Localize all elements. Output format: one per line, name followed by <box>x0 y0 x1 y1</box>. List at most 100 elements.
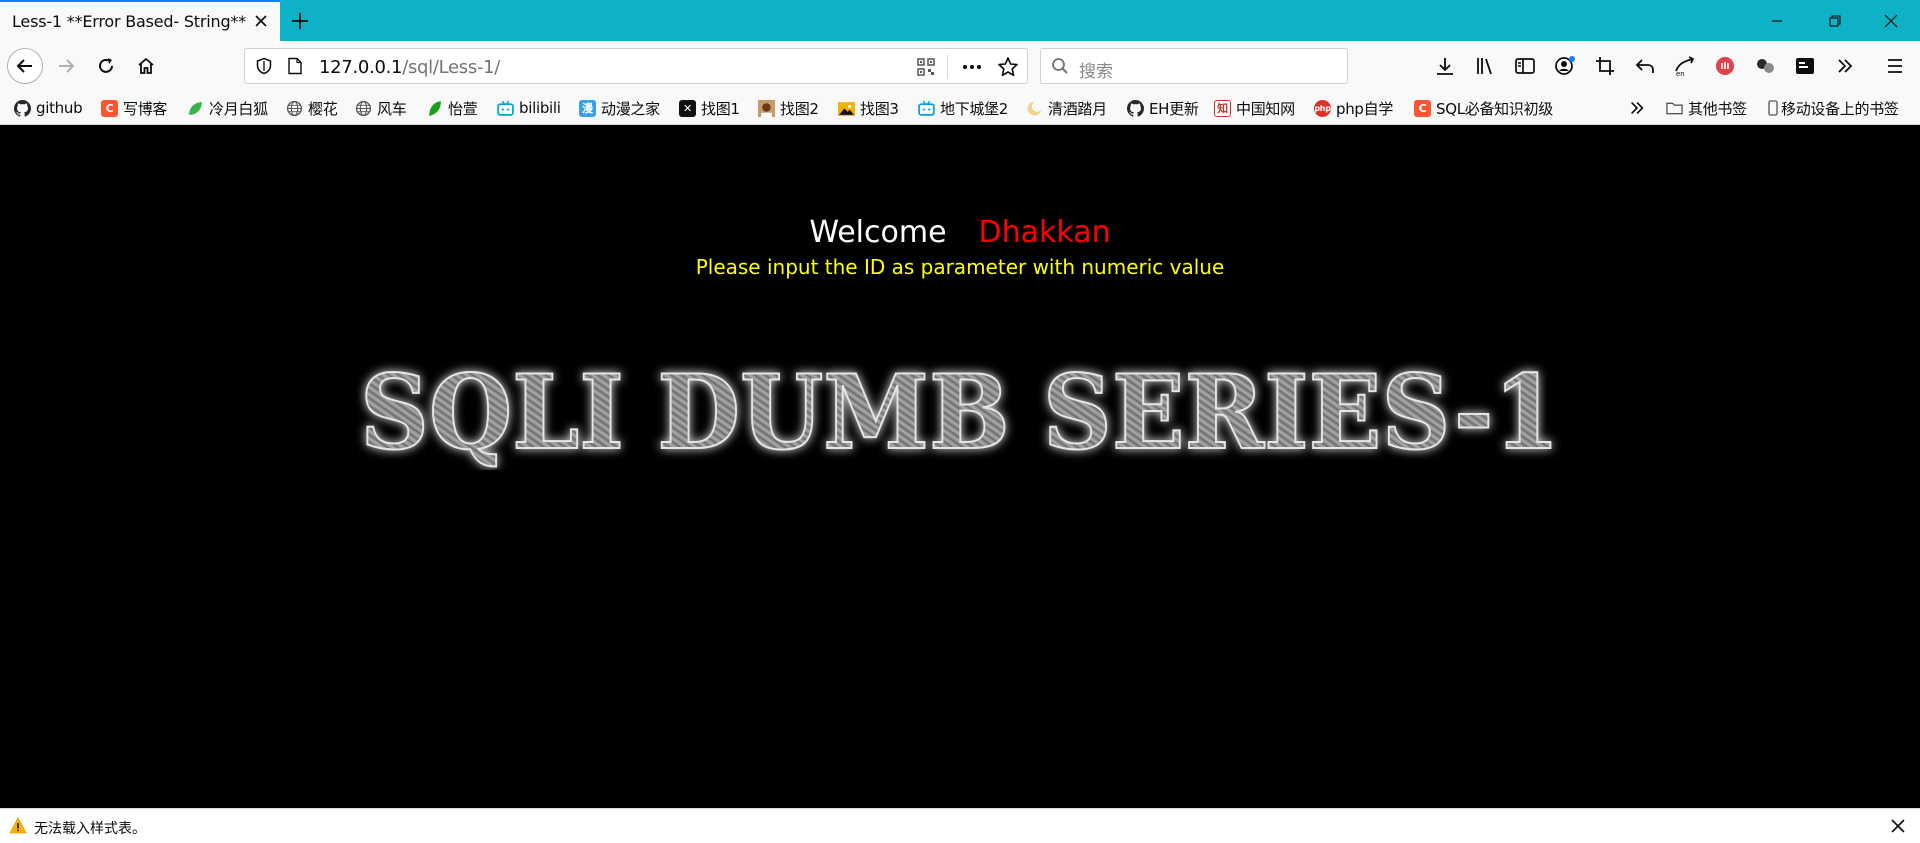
bookmark-label: 樱花 <box>308 99 338 118</box>
bookmark-item[interactable]: 找图3 <box>838 97 899 119</box>
active-tab[interactable]: Less-1 **Error Based- String** <box>0 0 280 41</box>
bookmark-item[interactable]: EH更新 <box>1127 97 1199 119</box>
search-bar[interactable]: 搜索 <box>1040 48 1348 84</box>
bookmark-item[interactable]: 樱花 <box>286 97 338 119</box>
bookmark-item[interactable]: bilibili <box>497 97 561 119</box>
bookmark-item[interactable]: C SQL必备知识初级 <box>1414 97 1553 119</box>
sqli-dumb-series-banner: SQLI DUMB SERIES-1 <box>359 360 1561 470</box>
mobile-bookmarks-label: 移动设备上的书签 <box>1781 99 1899 118</box>
bookmark-label: 写博客 <box>123 99 168 118</box>
screenshot-crop-icon[interactable] <box>1590 51 1620 81</box>
bookmark-label: 动漫之家 <box>601 99 660 118</box>
bookmark-label: EH更新 <box>1149 99 1199 118</box>
bookmark-label: 风车 <box>377 99 407 118</box>
other-bookmarks-folder[interactable]: 其他书签 <box>1666 97 1747 119</box>
undo-icon[interactable] <box>1630 51 1660 81</box>
notification-close-icon[interactable] <box>1890 818 1906 839</box>
warning-icon <box>9 817 27 839</box>
bookmark-item[interactable]: 风车 <box>355 97 407 119</box>
url-host: 127.0.0.1 <box>319 57 403 78</box>
bookmark-item[interactable]: 地下城堡2 <box>918 97 1008 119</box>
notification-bar: 无法载入样式表。 <box>0 808 1920 843</box>
php-icon: php <box>1314 99 1331 117</box>
bookmark-item[interactable]: 怡萱 <box>426 97 478 119</box>
bookmark-item[interactable]: 冷月白狐 <box>187 97 268 119</box>
github-icon <box>1127 99 1144 117</box>
page-info-icon[interactable] <box>287 57 303 80</box>
url-path: /sql/Less-1/ <box>402 57 501 78</box>
bilibili-icon <box>497 100 514 117</box>
bookmark-label: 怡萱 <box>448 99 478 118</box>
url-text[interactable]: 127.0.0.1/sql/Less-1/ <box>319 57 500 78</box>
bookmarks-overflow-icon[interactable] <box>1628 97 1646 119</box>
translate-icon[interactable]: en <box>1670 51 1700 81</box>
notification-text: 无法载入样式表。 <box>34 821 146 837</box>
bookmark-label: 冷月白狐 <box>209 99 268 118</box>
globe-icon <box>286 100 303 117</box>
bookmark-item[interactable]: 漫 动漫之家 <box>579 97 660 119</box>
forward-button[interactable] <box>49 49 83 83</box>
menu-icon[interactable] <box>1880 51 1910 81</box>
restore-icon[interactable] <box>1812 0 1858 41</box>
cnki-icon: 知 <box>1214 99 1231 117</box>
other-bookmarks-label: 其他书签 <box>1688 99 1747 118</box>
csdn-icon: C <box>1414 99 1431 117</box>
bookmark-star-icon[interactable] <box>997 56 1019 83</box>
moon-icon <box>1026 100 1043 117</box>
bookmark-label: 找图1 <box>701 99 740 118</box>
overflow-chevron-icon[interactable] <box>1830 51 1860 81</box>
instruction-text: Please input the ID as parameter with nu… <box>695 255 1225 279</box>
adblock-icon[interactable] <box>1710 51 1740 81</box>
username-text: Dhakkan <box>978 215 1111 250</box>
bookmark-item[interactable]: php php自学 <box>1314 97 1393 119</box>
bookmark-item[interactable]: C 写博客 <box>101 97 167 119</box>
search-icon <box>1051 57 1069 80</box>
extension-panel-icon[interactable] <box>1790 51 1820 81</box>
home-button[interactable] <box>129 49 163 83</box>
welcome-line: Welcome Dhakkan <box>0 215 1920 250</box>
qr-code-icon[interactable] <box>916 57 936 82</box>
leaf-icon <box>187 100 204 117</box>
bookmarks-bar: github C 写博客 冷月白狐 樱花 风车 怡萱 bilibili 漫 动漫… <box>0 91 1920 125</box>
tab-close-icon[interactable] <box>252 12 270 30</box>
tab-title: Less-1 **Error Based- String** <box>12 12 247 31</box>
more-actions-icon[interactable] <box>961 57 983 82</box>
nav-toolbar: 127.0.0.1/sql/Less-1/ 搜索 en <box>0 41 1920 91</box>
sidebar-icon[interactable] <box>1510 51 1540 81</box>
bookmark-item[interactable]: 知 中国知网 <box>1214 97 1295 119</box>
bookmark-label: php自学 <box>1336 99 1394 118</box>
bookmark-label: bilibili <box>519 99 561 117</box>
github-icon <box>14 99 31 117</box>
csdn-icon: C <box>101 99 118 117</box>
bookmark-label: 中国知网 <box>1236 99 1295 118</box>
bookmark-label: github <box>36 99 83 117</box>
new-tab-icon[interactable] <box>288 9 312 33</box>
window-close-icon[interactable] <box>1868 0 1914 41</box>
url-bar[interactable]: 127.0.0.1/sql/Less-1/ <box>244 48 1028 84</box>
bookmark-item[interactable]: 清酒踏月 <box>1026 97 1107 119</box>
bookmark-item[interactable]: ✕ 找图1 <box>679 97 740 119</box>
picture-icon <box>838 100 855 117</box>
minimize-icon[interactable] <box>1754 0 1800 41</box>
folder-icon <box>1666 100 1683 117</box>
back-button[interactable] <box>7 48 43 84</box>
mobile-bookmarks-folder[interactable]: 移动设备上的书签 <box>1768 97 1899 119</box>
portrait-icon <box>758 99 775 117</box>
bookmark-item[interactable]: 找图2 <box>758 97 819 119</box>
reload-button[interactable] <box>89 49 123 83</box>
welcome-text: Welcome <box>809 215 947 250</box>
green-leaf-icon <box>426 100 443 117</box>
downloads-icon[interactable] <box>1430 51 1460 81</box>
mobile-device-icon <box>1768 100 1778 117</box>
manhua-icon: 漫 <box>579 99 596 117</box>
svg-text:en: en <box>1676 70 1685 77</box>
account-icon[interactable] <box>1550 51 1580 81</box>
bookmark-label: 清酒踏月 <box>1048 99 1107 118</box>
tracking-shield-icon[interactable] <box>255 57 273 80</box>
extension-balls-icon[interactable] <box>1750 51 1780 81</box>
bookmark-label: SQL必备知识初级 <box>1436 99 1553 118</box>
bookmark-label: 找图3 <box>860 99 899 118</box>
library-icon[interactable] <box>1470 51 1500 81</box>
bookmark-item[interactable]: github <box>14 97 83 119</box>
banner-text: SQLI DUMB SERIES-1 <box>360 360 1560 470</box>
